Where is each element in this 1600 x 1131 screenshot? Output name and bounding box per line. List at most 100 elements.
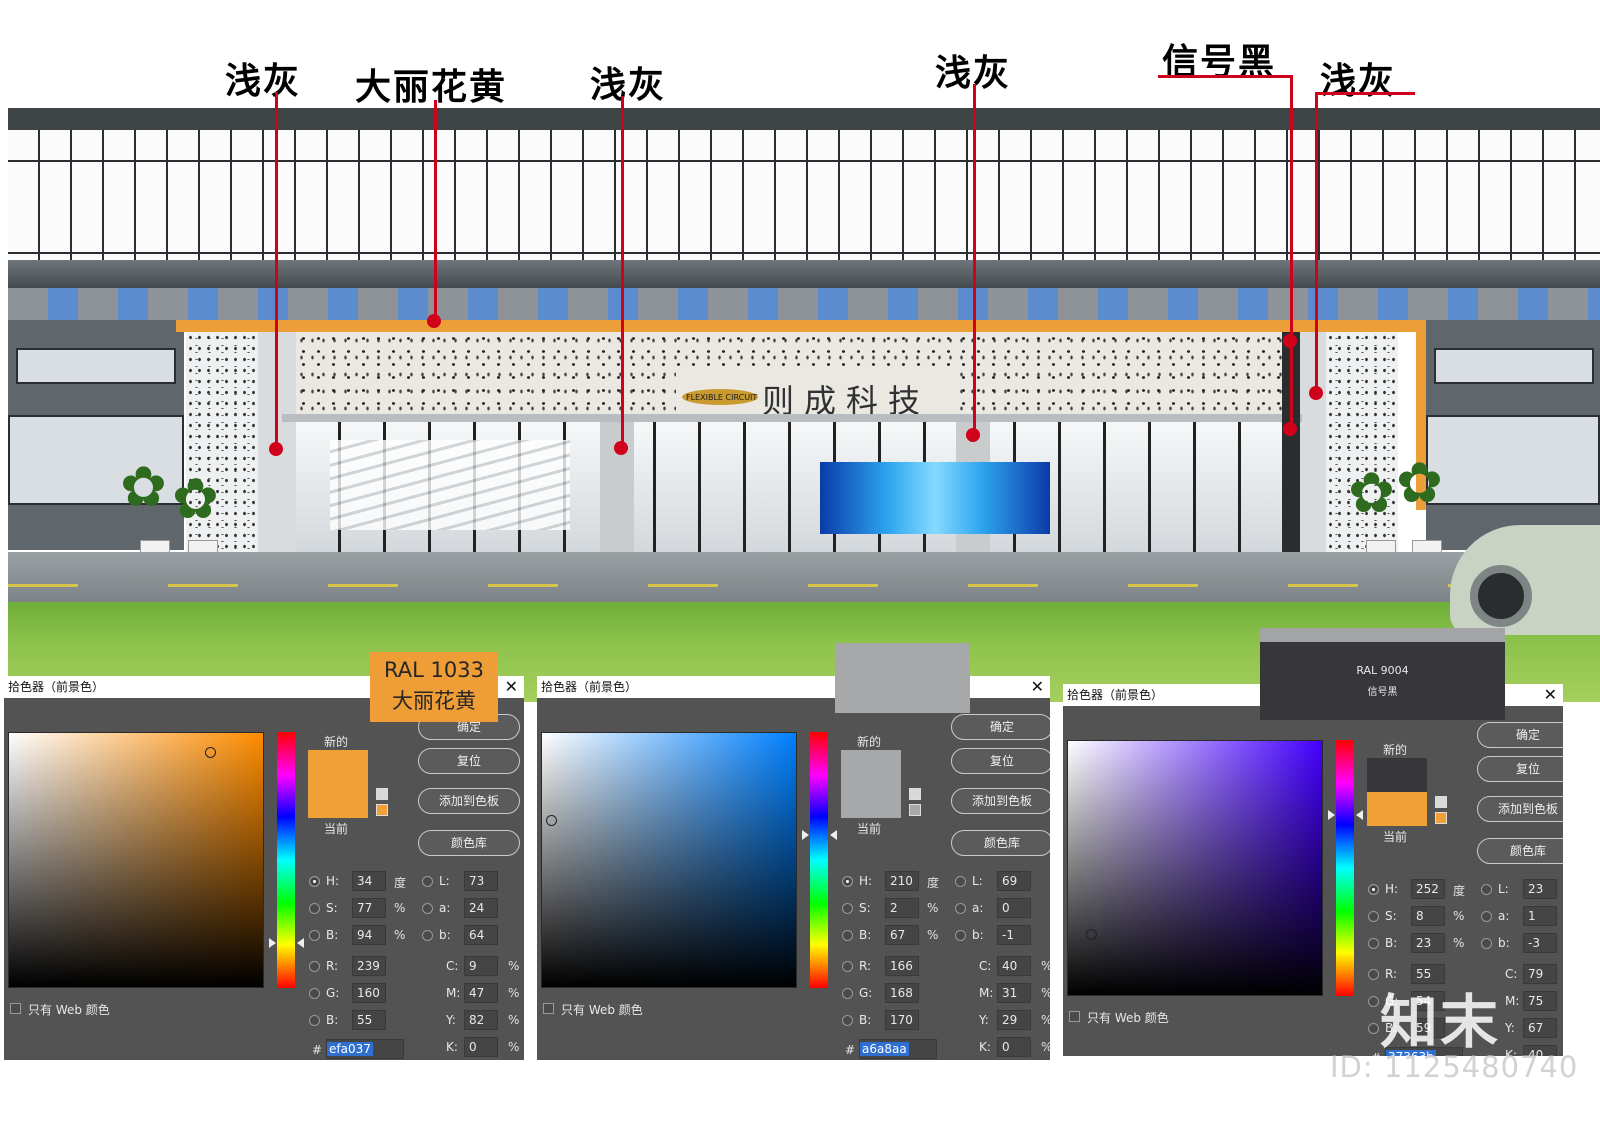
hex-field[interactable]: a6a8aa [859, 1039, 937, 1059]
c-field[interactable]: 40 [997, 956, 1031, 976]
reset-button[interactable]: 复位 [418, 748, 520, 774]
blue-radio[interactable] [1368, 1023, 1379, 1034]
m-field[interactable]: 75 [1523, 991, 1557, 1011]
m-field[interactable]: 31 [997, 983, 1031, 1003]
saturation-brightness-field[interactable] [8, 732, 264, 988]
k-field[interactable]: 0 [464, 1037, 498, 1057]
hue-slider-left-arrow-icon[interactable] [1328, 810, 1335, 820]
h-field[interactable]: 210 [885, 871, 919, 891]
blue-radio[interactable] [842, 1015, 853, 1026]
blue-radio[interactable] [309, 1015, 320, 1026]
g-radio[interactable] [1368, 996, 1379, 1007]
l-radio[interactable] [422, 876, 433, 887]
current-color-swatch[interactable] [1367, 792, 1427, 826]
b-field[interactable]: 23 [1411, 933, 1445, 953]
g-radio[interactable] [842, 988, 853, 999]
b-radio[interactable] [842, 930, 853, 941]
b-field[interactable]: 67 [885, 925, 919, 945]
web-colors-only-checkbox[interactable] [543, 1003, 554, 1014]
b-radio[interactable] [309, 930, 320, 941]
ok-button[interactable]: 确定 [1477, 722, 1563, 748]
hue-slider-left-arrow-icon[interactable] [802, 830, 809, 840]
y-field[interactable]: 82 [464, 1010, 498, 1030]
color-libraries-button[interactable]: 颜色库 [951, 830, 1050, 856]
web-colors-only-checkbox[interactable] [1069, 1011, 1080, 1022]
s-radio[interactable] [1368, 911, 1379, 922]
h-radio[interactable] [842, 876, 853, 887]
l-radio[interactable] [1481, 884, 1492, 895]
hue-slider-left-arrow-icon[interactable] [269, 938, 276, 948]
current-color-swatch[interactable] [308, 784, 368, 818]
gamut-cube-icon[interactable] [909, 788, 921, 800]
lab-b-field[interactable]: -3 [1523, 933, 1557, 953]
h-field[interactable]: 252 [1411, 879, 1445, 899]
l-field[interactable]: 69 [997, 871, 1031, 891]
g-field[interactable]: 160 [352, 983, 386, 1003]
gamut-cube-icon[interactable] [376, 788, 388, 800]
h-radio[interactable] [1368, 884, 1379, 895]
a-radio[interactable] [1481, 911, 1492, 922]
a-field[interactable]: 24 [464, 898, 498, 918]
s-radio[interactable] [842, 903, 853, 914]
add-to-swatches-button[interactable]: 添加到色板 [1477, 796, 1563, 822]
reset-button[interactable]: 复位 [1477, 756, 1563, 782]
g-radio[interactable] [309, 988, 320, 999]
saturation-brightness-field[interactable] [1067, 740, 1323, 996]
l-field[interactable]: 73 [464, 871, 498, 891]
l-radio[interactable] [955, 876, 966, 887]
reset-button[interactable]: 复位 [951, 748, 1050, 774]
r-field[interactable]: 166 [885, 956, 919, 976]
lab-b-radio[interactable] [955, 930, 966, 941]
c-field[interactable]: 9 [464, 956, 498, 976]
current-color-swatch[interactable] [841, 784, 901, 818]
s-field[interactable]: 77 [352, 898, 386, 918]
r-radio[interactable] [842, 961, 853, 972]
b-radio[interactable] [1368, 938, 1379, 949]
hue-slider-right-arrow-icon[interactable] [1356, 810, 1363, 820]
picker-ring[interactable] [1086, 929, 1097, 940]
gamut-cube-icon[interactable] [1435, 796, 1447, 808]
lab-b-radio[interactable] [422, 930, 433, 941]
blue-field[interactable]: 55 [352, 1010, 386, 1030]
m-field[interactable]: 47 [464, 983, 498, 1003]
close-icon[interactable]: ✕ [1031, 676, 1044, 698]
hue-slider[interactable] [1336, 740, 1354, 996]
r-radio[interactable] [309, 961, 320, 972]
add-to-swatches-button[interactable]: 添加到色板 [418, 788, 520, 814]
c-field[interactable]: 79 [1523, 964, 1557, 984]
web-safe-swatch-icon[interactable] [1435, 812, 1447, 824]
r-radio[interactable] [1368, 969, 1379, 980]
a-radio[interactable] [955, 903, 966, 914]
dialog-titlebar[interactable]: 拾色器（前景色） ✕ [537, 676, 1050, 698]
l-field[interactable]: 23 [1523, 879, 1557, 899]
a-field[interactable]: 1 [1523, 906, 1557, 926]
h-field[interactable]: 34 [352, 871, 386, 891]
web-safe-swatch-icon[interactable] [376, 804, 388, 816]
s-field[interactable]: 8 [1411, 906, 1445, 926]
r-field[interactable]: 239 [352, 956, 386, 976]
y-field[interactable]: 29 [997, 1010, 1031, 1030]
picker-ring[interactable] [205, 747, 216, 758]
ok-button[interactable]: 确定 [951, 714, 1050, 740]
hex-field[interactable]: efa037 [326, 1039, 404, 1059]
y-field[interactable]: 67 [1523, 1018, 1557, 1038]
web-colors-only-checkbox[interactable] [10, 1003, 21, 1014]
web-safe-swatch-icon[interactable] [909, 804, 921, 816]
close-icon[interactable]: ✕ [505, 676, 518, 698]
h-radio[interactable] [309, 876, 320, 887]
b-field[interactable]: 94 [352, 925, 386, 945]
lab-b-field[interactable]: 64 [464, 925, 498, 945]
saturation-brightness-field[interactable] [541, 732, 797, 988]
hue-slider-right-arrow-icon[interactable] [830, 830, 837, 840]
lab-b-field[interactable]: -1 [997, 925, 1031, 945]
add-to-swatches-button[interactable]: 添加到色板 [951, 788, 1050, 814]
color-libraries-button[interactable]: 颜色库 [418, 830, 520, 856]
k-field[interactable]: 0 [997, 1037, 1031, 1057]
lab-b-radio[interactable] [1481, 938, 1492, 949]
a-field[interactable]: 0 [997, 898, 1031, 918]
hue-slider[interactable] [810, 732, 828, 988]
close-icon[interactable]: ✕ [1544, 684, 1557, 706]
picker-ring[interactable] [546, 815, 557, 826]
s-radio[interactable] [309, 903, 320, 914]
hue-slider[interactable] [277, 732, 295, 988]
